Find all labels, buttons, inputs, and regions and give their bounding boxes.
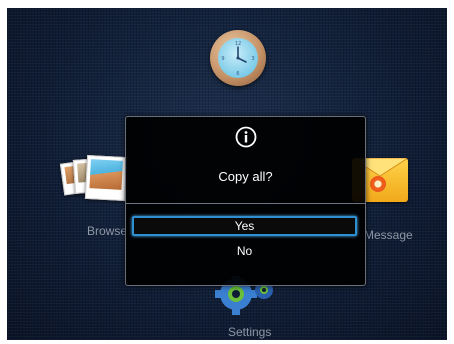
yes-option[interactable]: Yes <box>132 216 357 236</box>
svg-text:9: 9 <box>221 56 224 62</box>
copy-confirm-dialog: Copy all? Yes No <box>125 116 366 286</box>
device-frame: 12 3 6 9 Browse Message Settings Copy al… <box>0 0 454 344</box>
clock-icon[interactable]: 12 3 6 9 <box>210 30 266 86</box>
dialog-divider <box>126 203 365 204</box>
browse-label[interactable]: Browse <box>87 224 127 238</box>
no-option[interactable]: No <box>132 241 357 261</box>
svg-text:12: 12 <box>235 41 241 47</box>
dialog-prompt: Copy all? <box>218 169 273 184</box>
photos-icon[interactable] <box>59 154 128 206</box>
photo-frame-screen: 12 3 6 9 Browse Message Settings Copy al… <box>7 8 447 340</box>
flower-sticker <box>370 176 386 192</box>
settings-label[interactable]: Settings <box>228 325 271 339</box>
photo-card-front <box>84 154 128 202</box>
svg-text:6: 6 <box>236 71 239 77</box>
svg-text:3: 3 <box>251 56 254 62</box>
info-icon <box>235 126 257 148</box>
message-label[interactable]: Message <box>364 228 413 242</box>
clock-hands: 12 3 6 9 <box>221 41 254 77</box>
